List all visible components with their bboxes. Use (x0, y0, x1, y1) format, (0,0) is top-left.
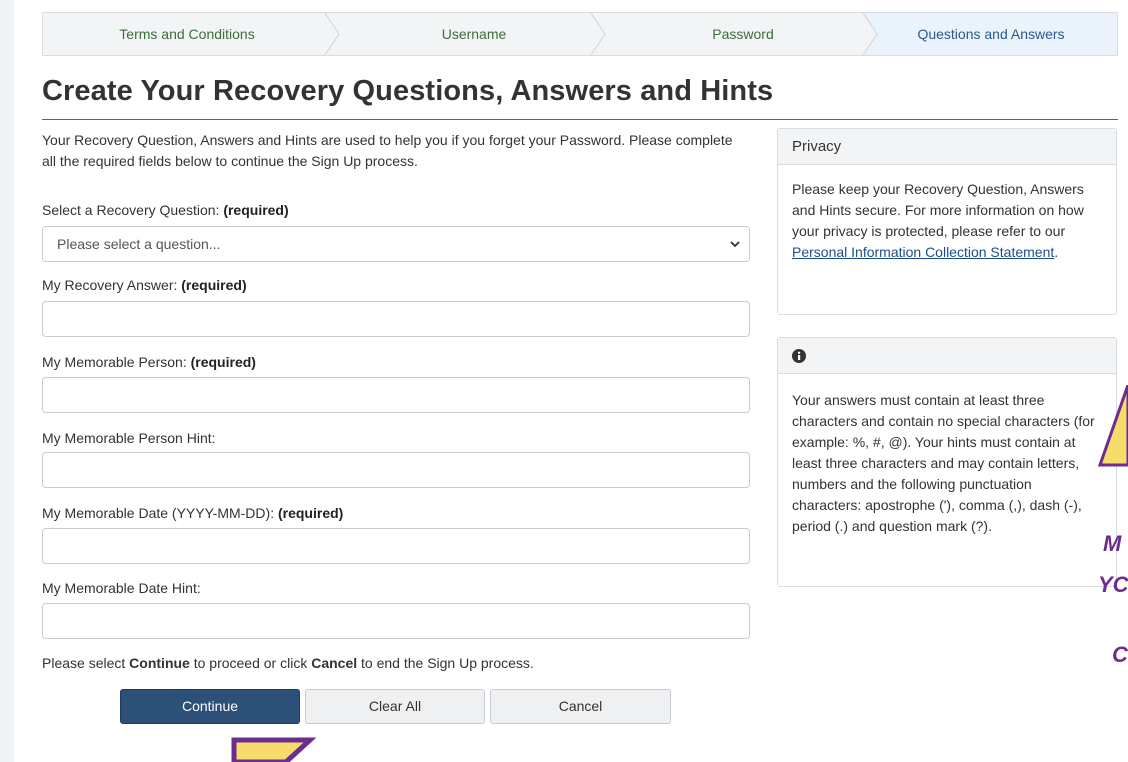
question-label: Select a Recovery Question: (required) (42, 202, 289, 218)
page-title: Create Your Recovery Questions, Answers … (42, 75, 774, 107)
note-cancel-word: Cancel (311, 655, 358, 671)
required-marker: (required) (190, 354, 256, 370)
select-placeholder: Please select a question... (57, 236, 221, 252)
required-marker: (required) (223, 202, 289, 218)
info-circle-icon (792, 349, 806, 364)
memorable-person-input[interactable] (42, 377, 750, 413)
info-panel: Your answers must contain at least three… (777, 337, 1117, 587)
privacy-panel-body: Please keep your Recovery Question, Answ… (778, 165, 1116, 277)
step-questions-and-answers[interactable]: Questions and Answers (863, 13, 1117, 55)
personal-information-collection-statement-link[interactable]: Personal Information Collection Statemen… (792, 244, 1054, 260)
date-hint-label: My Memorable Date Hint: (42, 580, 201, 596)
person-hint-label-text: My Memorable Person Hint: (42, 430, 216, 446)
annotation-text: M (1103, 531, 1122, 556)
required-marker: (required) (277, 505, 344, 521)
chevron-down-icon (730, 241, 740, 248)
continue-button[interactable]: Continue (120, 689, 300, 724)
required-marker: (required) (181, 277, 247, 293)
progress-stepper: Terms and Conditions Username Password Q… (42, 12, 1118, 56)
recovery-question-select[interactable]: Please select a question... (42, 226, 750, 262)
person-label: My Memorable Person: (required) (42, 354, 256, 370)
annotation-text: C (1112, 642, 1128, 667)
memorable-person-hint-input[interactable] (42, 452, 750, 488)
note-text: to end the Sign Up process. (357, 655, 534, 671)
intro-text: Your Recovery Question, Answers and Hint… (42, 132, 733, 169)
step-terms-and-conditions[interactable]: Terms and Conditions (43, 13, 331, 55)
annotation-text: YC (1098, 572, 1128, 597)
memorable-date-input[interactable] (42, 528, 750, 564)
answer-label: My Recovery Answer: (required) (42, 277, 247, 293)
note-text: to proceed or click (189, 655, 312, 671)
date-hint-label-text: My Memorable Date Hint: (42, 580, 201, 596)
cancel-button[interactable]: Cancel (490, 689, 671, 724)
annotation-arrow (1097, 385, 1128, 467)
privacy-panel-title: Privacy (778, 129, 1116, 165)
note-text: Please select (42, 655, 130, 671)
info-panel-header (778, 338, 1116, 374)
clear-all-button[interactable]: Clear All (305, 689, 485, 724)
annotation-arrow (231, 737, 316, 762)
step-password[interactable]: Password (605, 13, 881, 55)
info-panel-body: Your answers must contain at least three… (792, 392, 1095, 534)
question-label-text: Select a Recovery Question: (42, 202, 220, 218)
title-divider (42, 119, 1118, 120)
note-continue-word: Continue (129, 655, 190, 671)
recovery-answer-input[interactable] (42, 301, 750, 337)
person-label-text: My Memorable Person: (42, 354, 187, 370)
page: Terms and Conditions Username Password Q… (14, 0, 1128, 762)
chevron-right-icon (859, 13, 878, 55)
answer-label-text: My Recovery Answer: (42, 277, 178, 293)
instruction-note: Please select Continue to proceed or cli… (42, 655, 534, 671)
privacy-panel: Privacy Please keep your Recovery Questi… (777, 128, 1117, 315)
person-hint-label: My Memorable Person Hint: (42, 430, 216, 446)
date-label-text: My Memorable Date (YYYY-MM-DD): (42, 505, 275, 521)
privacy-text-end: . (1054, 244, 1059, 260)
date-label: My Memorable Date (YYYY-MM-DD): (require… (42, 505, 343, 521)
memorable-date-hint-input[interactable] (42, 603, 750, 639)
privacy-text: Please keep your Recovery Question, Answ… (792, 181, 1084, 239)
step-username[interactable]: Username (339, 13, 609, 55)
